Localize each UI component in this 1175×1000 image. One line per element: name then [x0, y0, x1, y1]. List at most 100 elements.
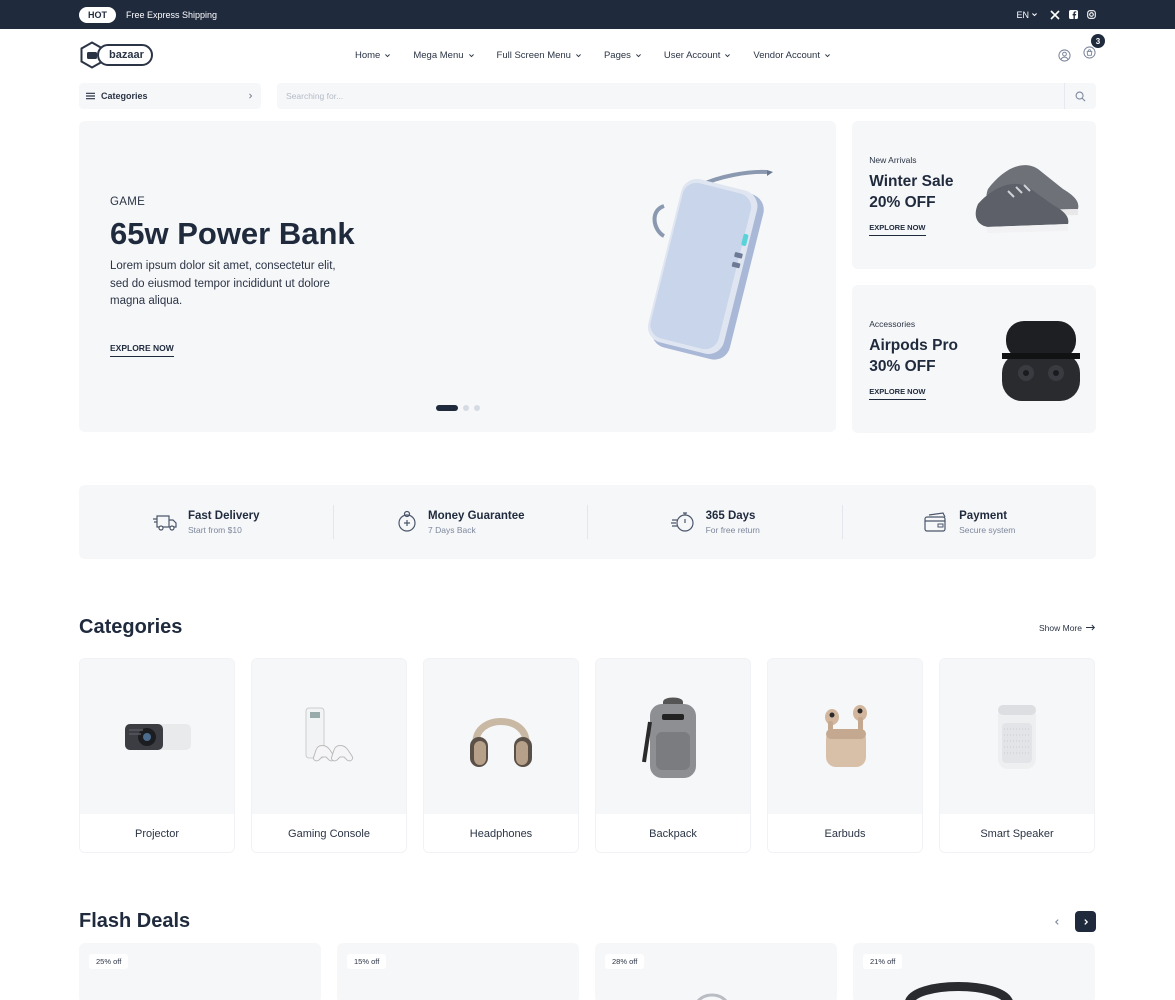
service-payment: Payment Secure system	[843, 505, 1097, 539]
service-title: Fast Delivery	[187, 509, 260, 522]
promo-subtitle: Accessories	[869, 319, 916, 329]
nav-mega-menu[interactable]: Mega Menu	[413, 50, 474, 61]
next-button[interactable]	[1075, 911, 1096, 932]
power-bank-image	[647, 169, 773, 360]
category-label: Earbuds	[768, 814, 922, 852]
chevron-down-icon	[635, 53, 641, 57]
nav-vendor-account[interactable]: Vendor Account	[753, 50, 831, 61]
show-more-label: Show More	[1039, 622, 1082, 633]
sneaker-image	[975, 165, 1079, 233]
deal-card[interactable]: 15% off	[337, 943, 579, 1000]
carousel-dot-3[interactable]	[474, 405, 480, 411]
language-selector[interactable]: EN	[1016, 10, 1038, 20]
menu-icon	[86, 92, 95, 100]
facebook-icon[interactable]	[1069, 10, 1078, 19]
chevron-down-icon	[825, 53, 830, 57]
category-card-headphones[interactable]: Headphones	[423, 658, 579, 853]
service-title: 365 Days	[705, 509, 756, 522]
service-fast-delivery: Fast Delivery Start from $10	[79, 505, 334, 539]
discount-badge: 28% off	[605, 954, 645, 969]
hero-description: Lorem ipsum dolor sit amet, consectetur …	[110, 260, 336, 307]
hero-tag: GAME	[110, 196, 146, 208]
discount-badge: 15% off	[347, 954, 387, 969]
category-label: Backpack	[596, 814, 750, 852]
stopwatch-icon	[670, 512, 694, 532]
show-more-link[interactable]: Show More	[1039, 623, 1096, 633]
nav-full-screen-menu[interactable]: Full Screen Menu	[497, 50, 582, 61]
earbuds-case-image	[1002, 321, 1080, 401]
service-subtitle: Start from $10	[187, 524, 242, 535]
main-header: bazaar Home Mega Menu Full Screen Menu P…	[0, 29, 1175, 81]
search-input[interactable]	[277, 91, 1064, 101]
category-label: Projector	[80, 814, 234, 852]
chevron-down-icon	[385, 53, 391, 57]
chevron-down-icon	[1032, 13, 1037, 17]
service-subtitle: Secure system	[959, 524, 1016, 535]
x-icon[interactable]	[1050, 9, 1060, 20]
hot-badge: HOT	[79, 6, 116, 23]
instagram-icon[interactable]	[1087, 10, 1096, 19]
nav-user-account[interactable]: User Account	[664, 50, 732, 61]
carousel-dot-2[interactable]	[463, 405, 469, 411]
chevron-left-icon	[1054, 918, 1059, 925]
product-image-partial	[905, 982, 1013, 1000]
nav-pages[interactable]: Pages	[604, 50, 642, 61]
category-card-gaming-console[interactable]: Gaming Console	[251, 658, 407, 853]
promo-explore-button[interactable]: EXPLORE NOW	[869, 387, 926, 400]
headphones-image	[470, 718, 532, 767]
category-card-projector[interactable]: Projector	[79, 658, 235, 853]
services-bar: Fast Delivery Start from $10 Money Guaran…	[79, 485, 1096, 559]
projector-image	[125, 723, 191, 750]
main-nav: Home Mega Menu Full Screen Menu Pages Us…	[355, 29, 831, 81]
search-button[interactable]	[1064, 83, 1096, 109]
deal-card[interactable]: 21% off	[853, 943, 1095, 1000]
piggy-bank-icon	[398, 510, 416, 532]
language-label: EN	[1016, 9, 1029, 20]
promo-card-winter-sale[interactable]: New Arrivals Winter Sale 20% OFF EXPLORE…	[852, 121, 1096, 269]
previous-button[interactable]	[1046, 911, 1067, 932]
cart-button[interactable]: 3	[1083, 34, 1105, 64]
truck-icon	[152, 515, 177, 531]
categories-dropdown[interactable]: Categories	[79, 83, 261, 109]
product-image-partial	[697, 993, 727, 1000]
hero-title: 65w Power Bank	[110, 216, 355, 251]
carousel-dot-1[interactable]	[436, 405, 458, 411]
service-title: Payment	[959, 509, 1008, 522]
flash-deals-heading: Flash Deals	[79, 910, 191, 932]
category-label: Headphones	[424, 814, 578, 852]
hero-explore-button[interactable]: EXPLORE NOW	[110, 343, 174, 357]
logo[interactable]: bazaar	[79, 41, 153, 69]
chevron-right-icon	[249, 93, 253, 99]
smart-speaker-image	[998, 705, 1036, 769]
service-365-days: 365 Days For free return	[588, 505, 843, 539]
category-card-backpack[interactable]: Backpack	[595, 658, 751, 853]
promo-subtitle: New Arrivals	[869, 155, 917, 165]
deal-card[interactable]: 28% off	[595, 943, 837, 1000]
promo-title: Winter Sale 20% OFF	[869, 173, 954, 211]
credit-card-icon	[924, 512, 946, 532]
category-card-earbuds[interactable]: Earbuds	[767, 658, 923, 853]
discount-badge: 25% off	[89, 954, 129, 969]
categories-heading: Categories	[79, 616, 183, 638]
promo-card-airpods[interactable]: Accessories Airpods Pro 30% OFF EXPLORE …	[852, 285, 1096, 433]
promo-title: Airpods Pro 30% OFF	[869, 337, 958, 375]
carousel-dots	[436, 405, 480, 411]
shopping-bag-icon	[1083, 46, 1096, 59]
chevron-down-icon	[576, 53, 581, 57]
shipping-message: Free Express Shipping	[126, 9, 218, 20]
hero-carousel: GAME 65w Power Bank Lorem ipsum dolor si…	[79, 121, 837, 432]
chevron-down-icon	[468, 53, 474, 57]
category-card-smart-speaker[interactable]: Smart Speaker	[939, 658, 1095, 853]
user-icon[interactable]	[1058, 48, 1071, 62]
service-money-guarantee: Money Guarantee 7 Days Back	[334, 505, 588, 539]
chevron-down-icon	[725, 53, 731, 57]
nav-home[interactable]: Home	[355, 50, 391, 61]
earbuds-image	[825, 705, 867, 767]
backpack-image	[642, 697, 696, 778]
deal-card[interactable]: 25% off	[79, 943, 321, 1000]
search-icon	[1075, 91, 1086, 101]
promo-explore-button[interactable]: EXPLORE NOW	[869, 223, 926, 236]
cart-count-badge: 3	[1091, 34, 1105, 48]
gaming-console-image	[305, 707, 353, 761]
categories-label: Categories	[101, 91, 148, 101]
